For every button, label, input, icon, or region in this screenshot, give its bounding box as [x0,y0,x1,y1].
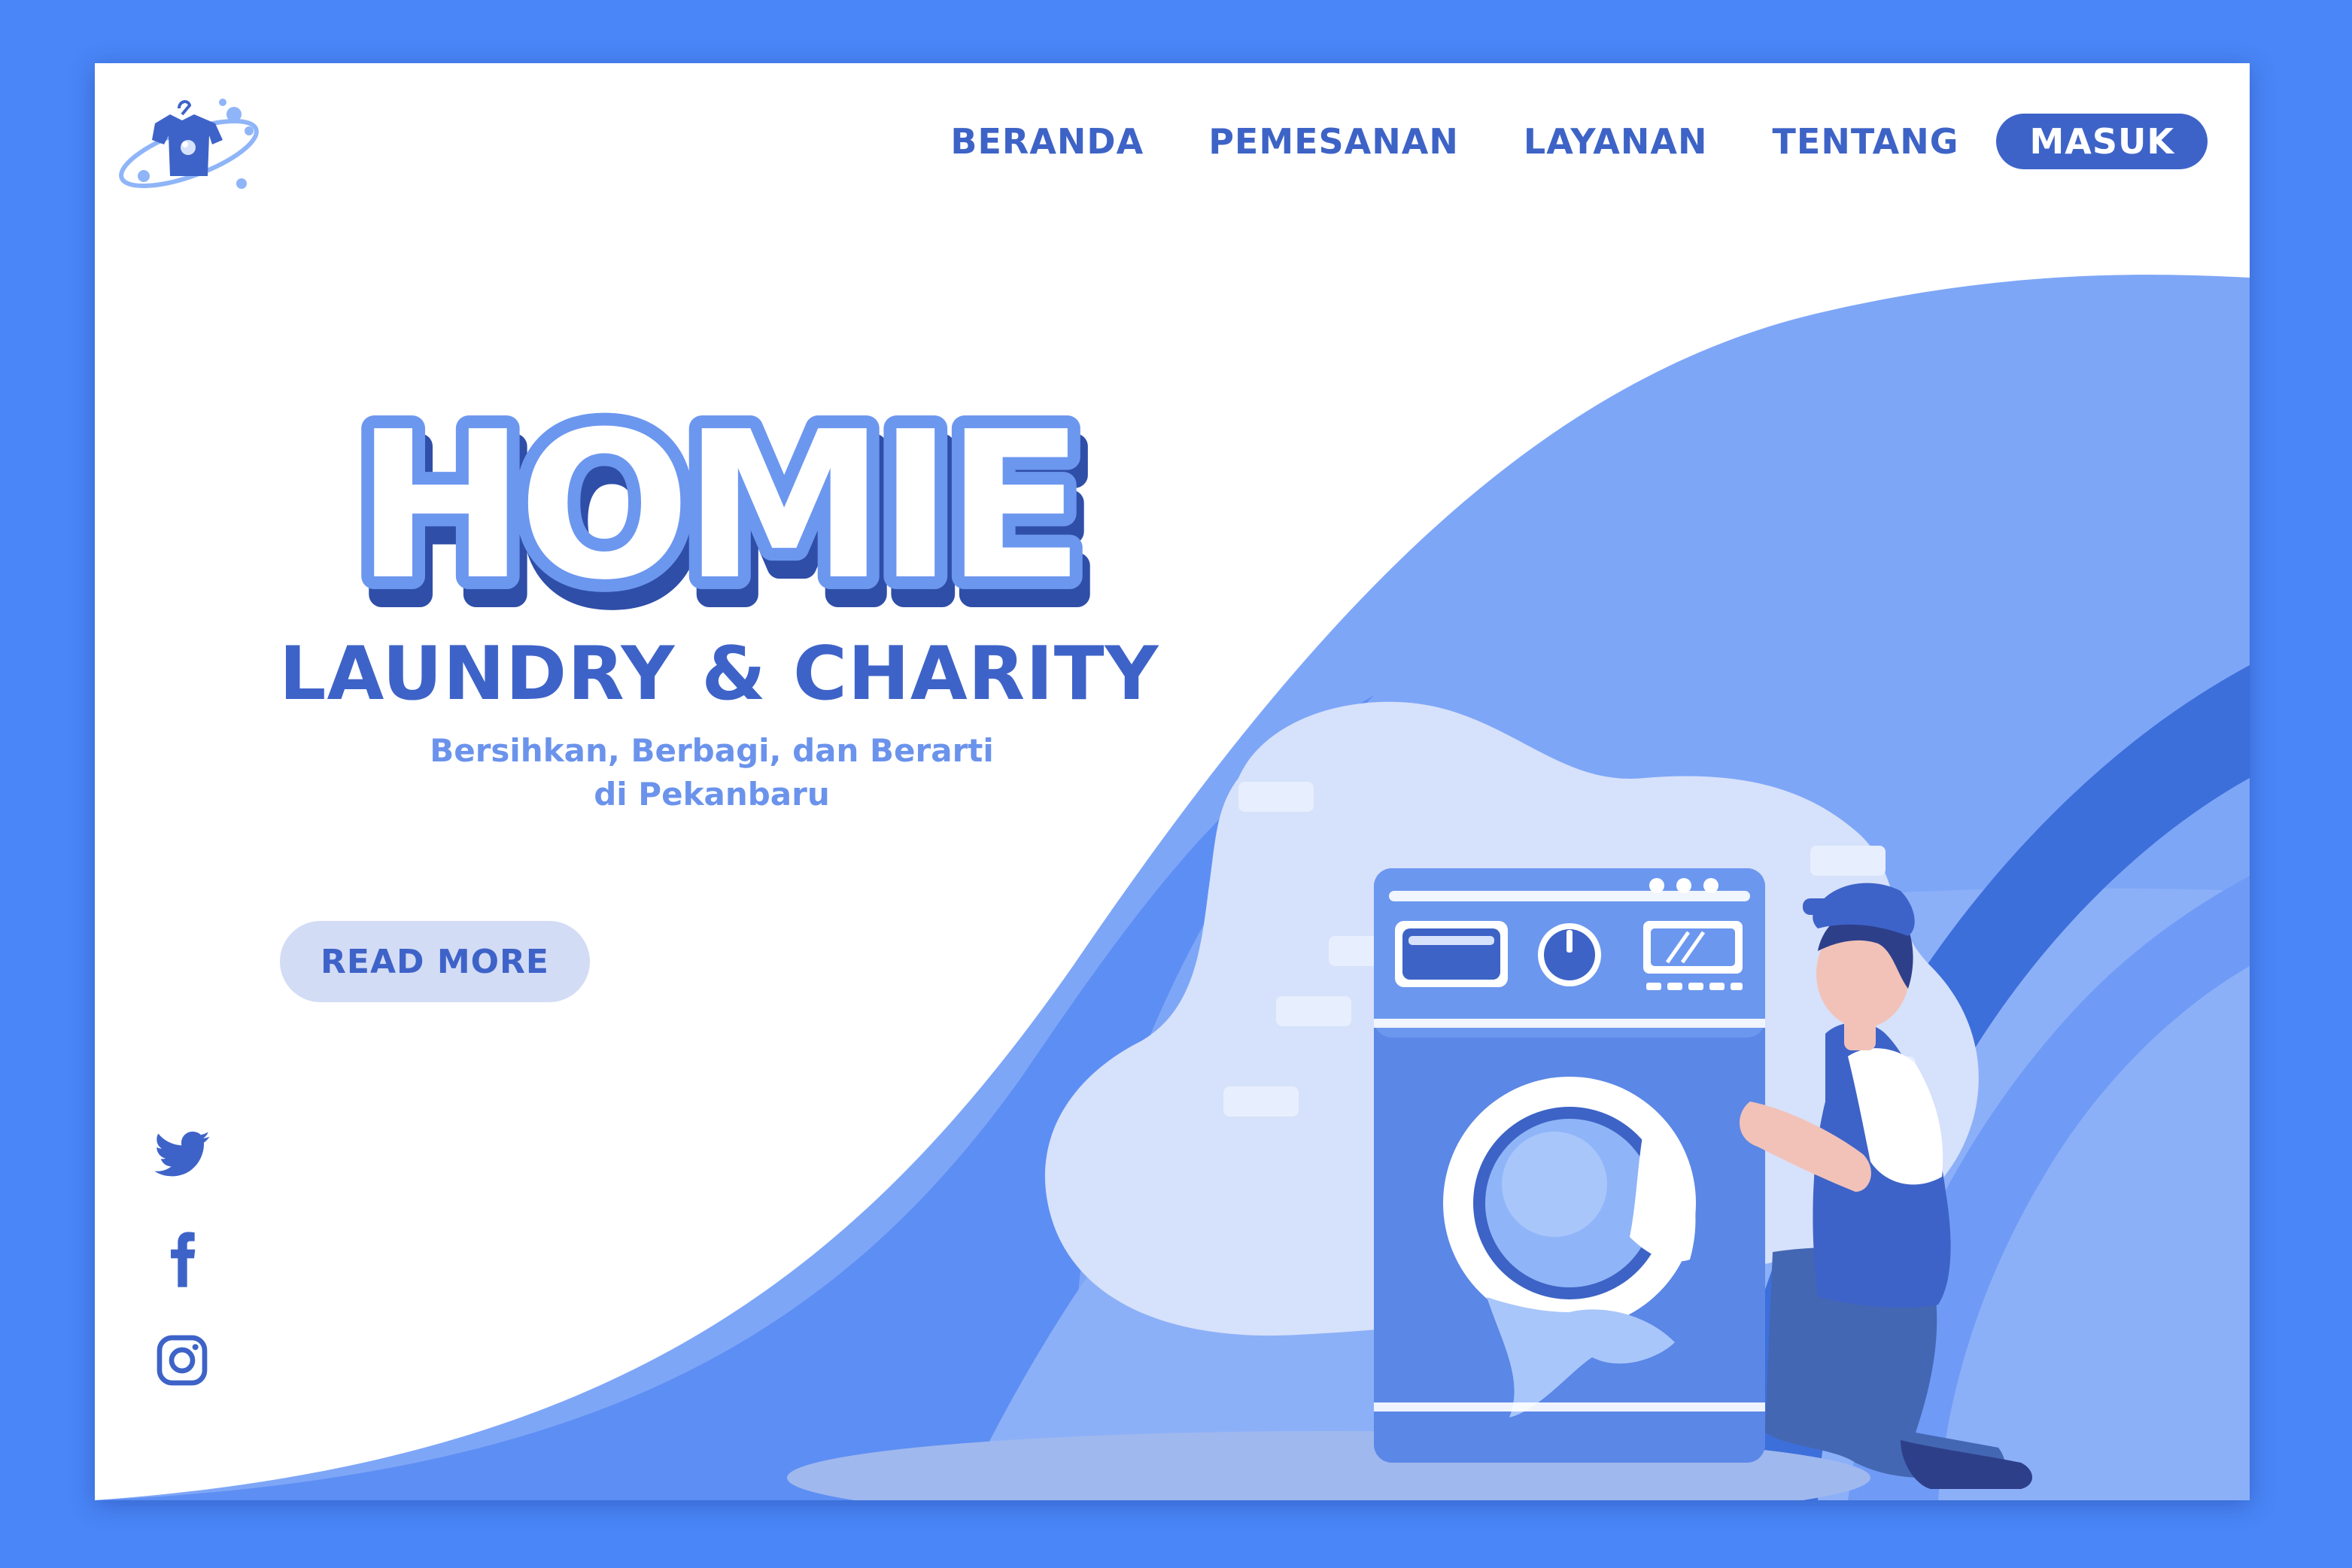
hero-subtitle: LAUNDRY & CHARITY [279,631,1159,717]
tagline-line-1: Bersihkan, Berbagi, dan Berarti [430,732,994,769]
hero-illustration [95,275,2250,1500]
tagline-line-2: di Pekanbaru [594,776,830,813]
hero-title-text: HOMIE [355,387,1077,624]
instagram-icon[interactable] [152,1330,212,1390]
nav-item-pemesanan[interactable]: PEMESANAN [1208,121,1459,162]
nav-item-tentang[interactable]: TENTANG [1773,121,1959,162]
nav-item-beranda[interactable]: BERANDA [950,121,1144,162]
twitter-icon[interactable] [152,1124,212,1184]
read-more-button[interactable]: READ MORE [280,921,590,1002]
hero-tagline: Bersihkan, Berbagi, dan Berarti di Pekan… [426,729,998,816]
brand-logo[interactable] [110,78,268,206]
login-button[interactable]: MASUK [1996,114,2208,169]
nav-item-layanan[interactable]: LAYANAN [1524,121,1708,162]
landing-page: BERANDA PEMESANAN LAYANAN TENTANG MASUK … [95,63,2250,1500]
main-nav: BERANDA PEMESANAN LAYANAN TENTANG MASUK [950,114,2208,169]
facebook-icon[interactable] [152,1229,212,1290]
washing-machine [1374,868,1765,1463]
